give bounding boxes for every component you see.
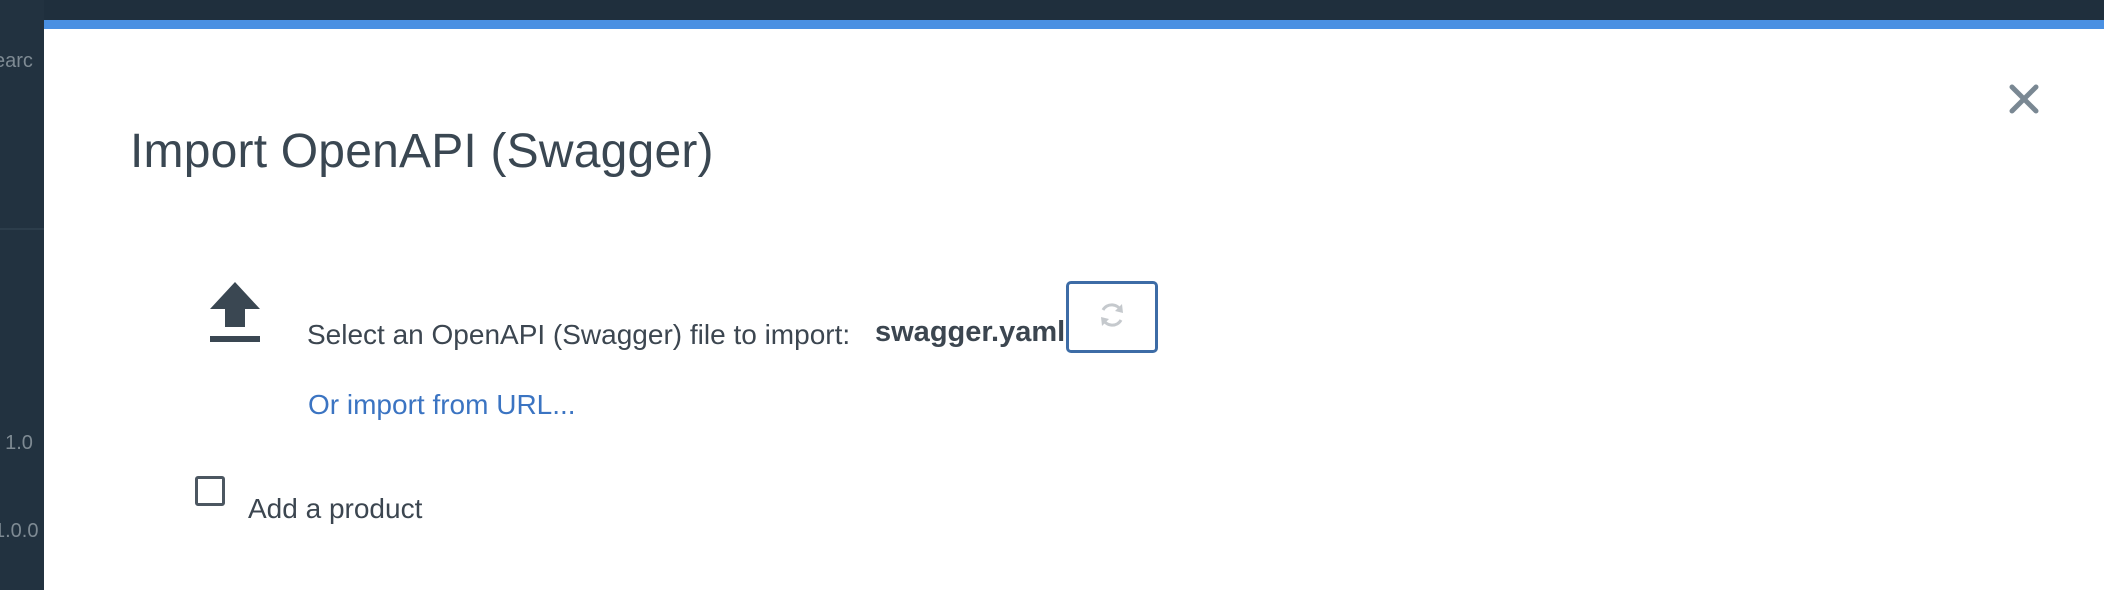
add-product-label: Add a product bbox=[248, 493, 423, 524]
replace-file-button[interactable] bbox=[1066, 281, 1158, 353]
import-from-url-link[interactable]: Or import from URL... bbox=[308, 389, 576, 421]
background-text-2: I 1.0 bbox=[0, 432, 33, 454]
refresh-icon bbox=[1101, 303, 1123, 327]
select-file-label: Select an OpenAPI (Swagger) file to impo… bbox=[307, 319, 851, 350]
import-openapi-modal: Import OpenAPI (Swagger) Select an OpenA… bbox=[44, 20, 2104, 590]
upload-icon bbox=[208, 282, 262, 346]
selected-file-name: swagger.yaml bbox=[875, 316, 1066, 348]
close-icon bbox=[2009, 84, 2039, 114]
background-text-1: earc bbox=[0, 50, 33, 72]
close-button[interactable] bbox=[1999, 74, 2049, 124]
background-divider bbox=[0, 228, 44, 230]
background-text-3: 1.0.0 bbox=[0, 520, 39, 542]
modal-title: Import OpenAPI (Swagger) bbox=[130, 125, 714, 178]
background-app: earc I 1.0 1.0.0 bbox=[0, 0, 44, 590]
add-product-checkbox[interactable] bbox=[195, 476, 225, 506]
